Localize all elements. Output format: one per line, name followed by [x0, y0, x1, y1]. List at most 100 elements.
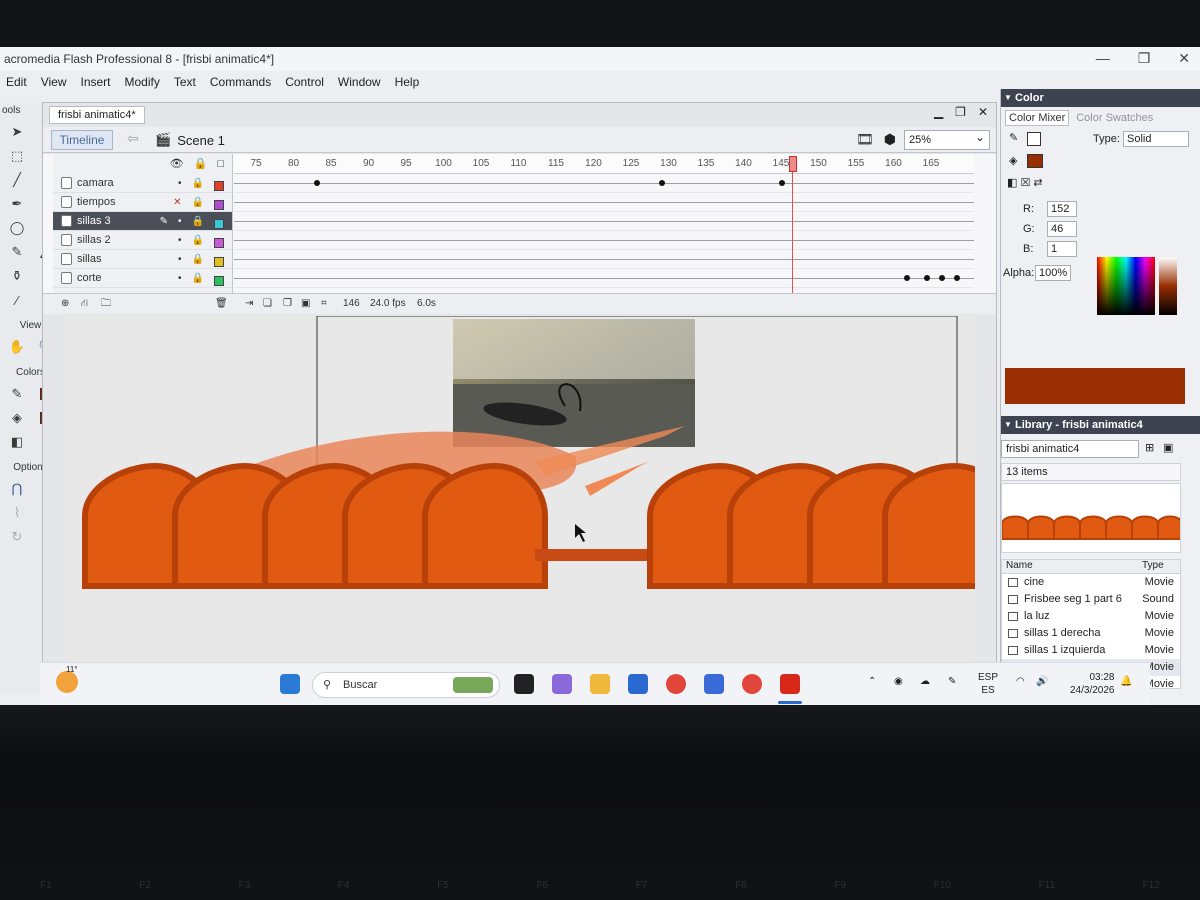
- menu-view[interactable]: View: [41, 71, 67, 93]
- layer-lock-icon[interactable]: 🔒: [192, 174, 204, 193]
- eyedropper-tool-icon[interactable]: ⁄: [6, 290, 28, 310]
- oval-tool-icon[interactable]: ◯: [6, 218, 28, 238]
- tray-app-icon[interactable]: ◉: [894, 675, 903, 688]
- layer-color-swatch[interactable]: [214, 275, 224, 286]
- frame-track[interactable]: [234, 174, 974, 193]
- keyframe[interactable]: [314, 180, 320, 186]
- pin-library-icon[interactable]: ▣: [1163, 441, 1173, 454]
- layer-lock-icon[interactable]: 🔒: [192, 212, 204, 231]
- rotate-icon[interactable]: ↻: [6, 527, 28, 547]
- layer-row[interactable]: sillas 2 • 🔒: [53, 231, 232, 250]
- alpha-input[interactable]: 100%: [1035, 265, 1071, 281]
- onion-markers-icon[interactable]: ⌗: [321, 294, 327, 314]
- visible-dot-icon[interactable]: •: [178, 250, 182, 269]
- layer-row[interactable]: corte • 🔒: [53, 269, 232, 288]
- new-library-icon[interactable]: ⊞: [1145, 441, 1154, 454]
- type-select[interactable]: Solid: [1123, 131, 1189, 147]
- keyframe[interactable]: [924, 275, 930, 281]
- snap-magnet-icon[interactable]: ⋂: [6, 479, 28, 499]
- menu-help[interactable]: Help: [395, 71, 420, 93]
- chrome-icon[interactable]: [666, 674, 686, 694]
- layer-color-swatch[interactable]: [214, 180, 224, 191]
- doc-minimize-icon[interactable]: ▁: [934, 105, 943, 119]
- library-title[interactable]: Library - frisbi animatic4: [1001, 416, 1200, 434]
- library-document-select[interactable]: frisbi animatic4: [1001, 440, 1139, 458]
- lock-icon[interactable]: 🔒: [194, 154, 208, 174]
- edit-scene-icon[interactable]: 🎞: [856, 131, 874, 148]
- keyframe[interactable]: [779, 180, 785, 186]
- add-layer-icon[interactable]: ⊕: [61, 294, 69, 314]
- selection-tool-icon[interactable]: ➤: [6, 122, 28, 142]
- onion-skin-icon[interactable]: ❏: [263, 294, 272, 314]
- frame-track[interactable]: [234, 269, 974, 288]
- back-arrow-icon[interactable]: ⇦: [127, 130, 139, 147]
- pencil-tool-icon[interactable]: ✎: [6, 242, 28, 262]
- keyframe[interactable]: [659, 180, 665, 186]
- layer-lock-icon[interactable]: 🔒: [192, 250, 204, 269]
- g-input[interactable]: 46: [1047, 221, 1077, 237]
- visible-dot-icon[interactable]: •: [178, 212, 182, 231]
- file-explorer-icon[interactable]: [590, 674, 610, 694]
- library-item[interactable]: sillas 1 izquierda Movie: [1002, 642, 1180, 659]
- playhead[interactable]: [789, 156, 797, 172]
- pen-tool-icon[interactable]: ✒: [6, 194, 28, 214]
- edit-symbols-icon[interactable]: ⬢: [884, 131, 896, 148]
- add-guide-icon[interactable]: ⛙: [81, 294, 88, 314]
- fill-swatch[interactable]: [1027, 154, 1043, 168]
- hidden-x-icon[interactable]: ✕: [173, 193, 181, 212]
- layer-lock-icon[interactable]: 🔒: [192, 193, 204, 212]
- stroke-pencil-icon[interactable]: ✎: [1009, 131, 1018, 144]
- scene-breadcrumb[interactable]: 🎬 Scene 1: [155, 132, 225, 148]
- menu-modify[interactable]: Modify: [125, 71, 160, 93]
- tray-cloud-icon[interactable]: ☁: [920, 675, 930, 688]
- mini-swatch-icons[interactable]: ◧ ☒ ⇄: [1007, 176, 1043, 189]
- menu-insert[interactable]: Insert: [80, 71, 110, 93]
- stroke-none-swatch[interactable]: [1027, 132, 1041, 146]
- layer-row[interactable]: sillas 3 ✎ • 🔒: [53, 212, 232, 231]
- notifications-icon[interactable]: 🔔: [1120, 675, 1132, 688]
- add-folder-icon[interactable]: 🗀: [101, 294, 111, 314]
- layer-row[interactable]: tiempos ✕ 🔒: [53, 193, 232, 212]
- taskbar-search[interactable]: ⚲ Buscar: [312, 672, 500, 698]
- language-indicator[interactable]: ESP ES: [978, 671, 998, 697]
- center-frame-icon[interactable]: ⇥: [245, 294, 253, 314]
- keyframe[interactable]: [954, 275, 960, 281]
- start-icon[interactable]: [280, 674, 300, 694]
- roblox-icon[interactable]: [704, 674, 724, 694]
- smooth-icon[interactable]: ⌇: [6, 503, 28, 523]
- menu-text[interactable]: Text: [174, 71, 196, 93]
- menu-window[interactable]: Window: [338, 71, 381, 93]
- minimize-button[interactable]: —: [1096, 47, 1110, 69]
- chrome-profile-icon[interactable]: [742, 674, 762, 694]
- tray-pen-icon[interactable]: ✎: [948, 675, 956, 688]
- col-type[interactable]: Type: [1142, 560, 1164, 571]
- document-tab[interactable]: frisbi animatic4*: [49, 106, 145, 124]
- visible-dot-icon[interactable]: •: [178, 174, 182, 193]
- onion-outline-icon[interactable]: ❐: [283, 294, 292, 314]
- restore-button[interactable]: ❐: [1138, 47, 1151, 69]
- b-input[interactable]: 1: [1047, 241, 1077, 257]
- library-item[interactable]: la luz Movie: [1002, 608, 1180, 625]
- layer-color-swatch[interactable]: [214, 218, 224, 229]
- menu-edit[interactable]: Edit: [6, 71, 27, 93]
- stage[interactable]: [65, 316, 975, 666]
- wifi-icon[interactable]: ◠: [1016, 675, 1025, 688]
- tab-color-swatches[interactable]: Color Swatches: [1073, 110, 1156, 126]
- edit-multiple-icon[interactable]: ▣: [301, 294, 310, 314]
- r-input[interactable]: 152: [1047, 201, 1077, 217]
- keyframe[interactable]: [904, 275, 910, 281]
- weather-icon[interactable]: [56, 671, 78, 693]
- layer-lock-icon[interactable]: 🔒: [192, 269, 204, 288]
- frame-track[interactable]: [234, 193, 974, 212]
- zoom-select[interactable]: 25%: [904, 128, 990, 150]
- frame-track[interactable]: [234, 212, 974, 231]
- fill-bucket-icon[interactable]: ◈: [1009, 154, 1017, 167]
- copilot-icon[interactable]: [552, 674, 572, 694]
- ink-bottle-tool-icon[interactable]: ⚱: [6, 266, 28, 286]
- keyframe[interactable]: [939, 275, 945, 281]
- delete-layer-icon[interactable]: 🗑: [215, 294, 228, 314]
- doc-close-icon[interactable]: ✕: [978, 105, 988, 119]
- layer-color-swatch[interactable]: [214, 256, 224, 267]
- timeline-toggle-button[interactable]: Timeline: [51, 130, 113, 150]
- eye-icon[interactable]: 👁: [170, 154, 184, 174]
